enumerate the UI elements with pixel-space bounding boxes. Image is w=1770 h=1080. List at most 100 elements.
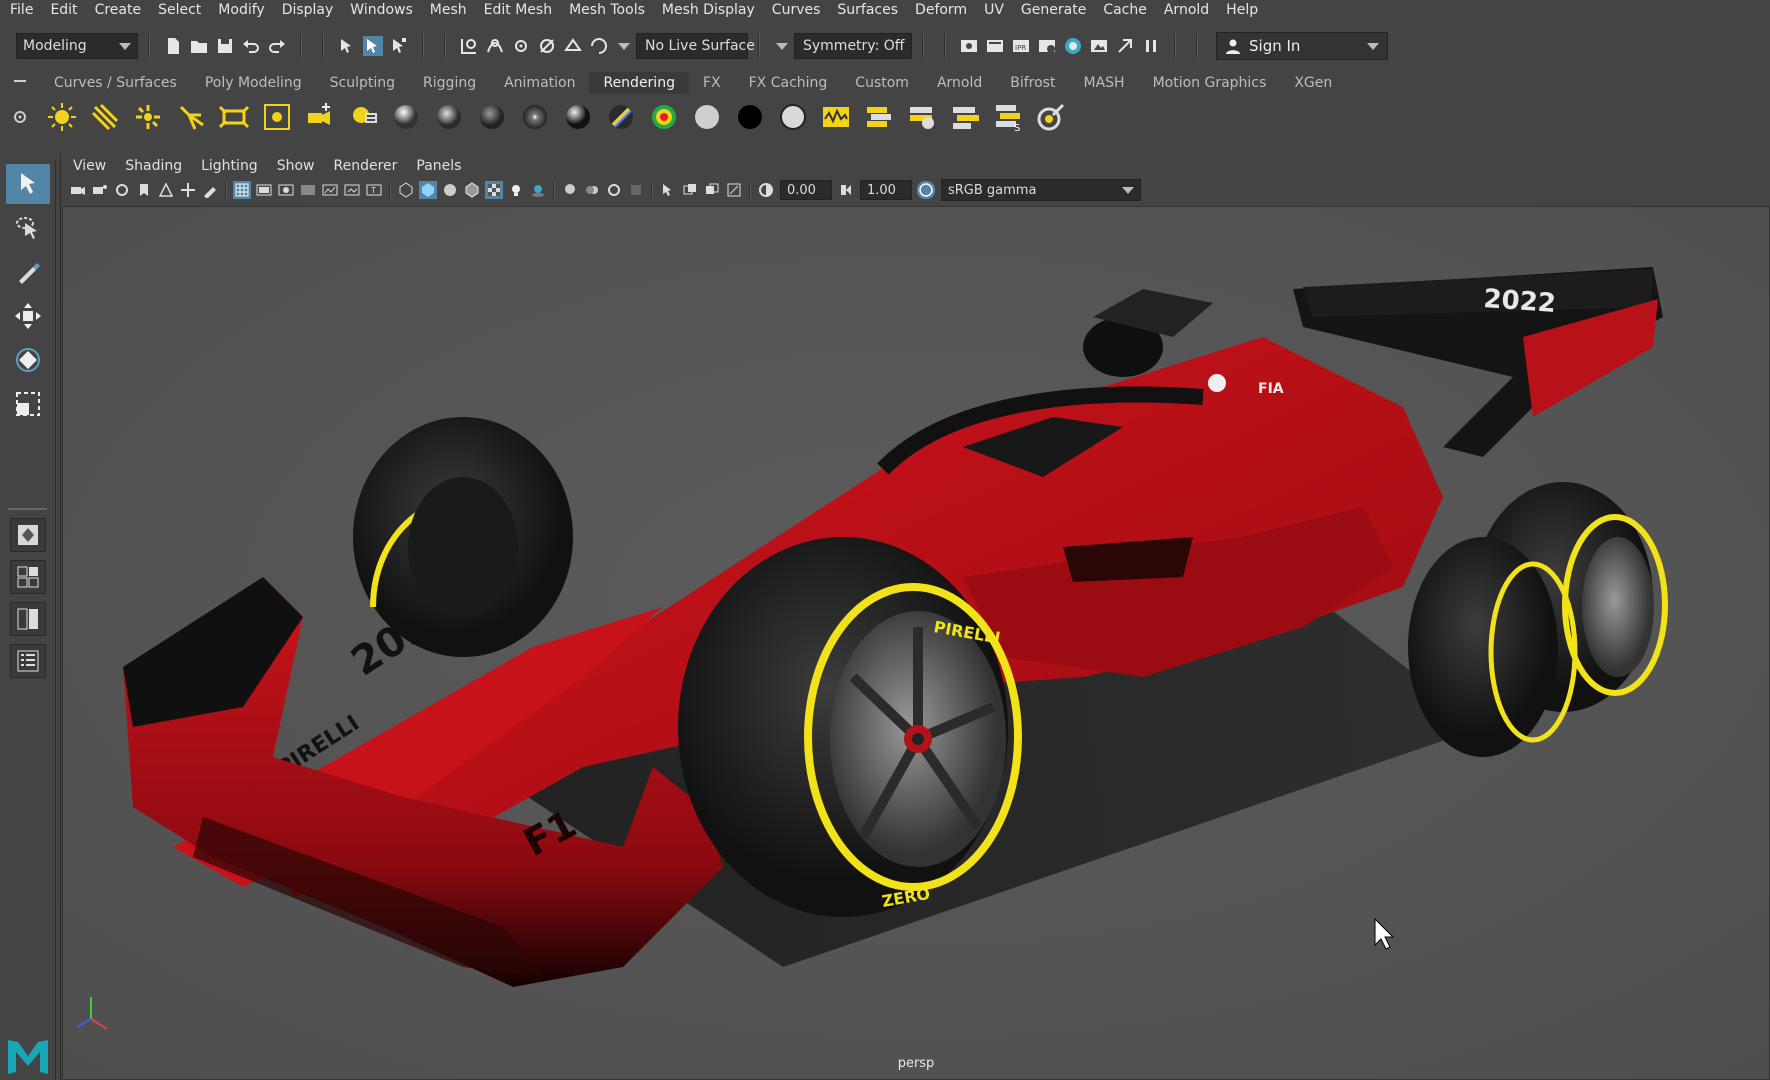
lambert-shader-icon[interactable]	[388, 99, 424, 135]
motion-blur-icon[interactable]	[583, 181, 601, 199]
menu-windows[interactable]: Windows	[350, 0, 413, 20]
screen-space-ao-icon[interactable]	[561, 181, 579, 199]
menu-deform[interactable]: Deform	[915, 0, 967, 20]
use-all-lights-icon[interactable]	[507, 181, 525, 199]
tab-rendering[interactable]: Rendering	[589, 72, 689, 94]
menu-display[interactable]: Display	[282, 0, 334, 20]
shelf-menu-icon[interactable]	[0, 72, 40, 94]
snap-curve-icon[interactable]	[485, 36, 505, 56]
use-background-icon[interactable]	[732, 99, 768, 135]
select-component-icon[interactable]	[389, 36, 409, 56]
undo-icon[interactable]	[241, 36, 261, 56]
textured-icon[interactable]	[485, 181, 503, 199]
phong-shader-icon[interactable]	[474, 99, 510, 135]
snap-point-icon[interactable]	[511, 36, 531, 56]
menu-edit[interactable]: Edit	[50, 0, 77, 20]
chevron-down-icon[interactable]	[776, 42, 788, 50]
camera-attributes-icon[interactable]	[91, 181, 109, 199]
bookmarks-icon[interactable]	[113, 181, 131, 199]
new-scene-icon[interactable]	[163, 36, 183, 56]
snap-view-plane-icon[interactable]	[563, 36, 583, 56]
move-tool-icon[interactable]	[6, 296, 50, 336]
ramp-shader-icon[interactable]	[603, 99, 639, 135]
multisample-aa-icon[interactable]	[605, 181, 623, 199]
lasso-tool-icon[interactable]	[6, 208, 50, 248]
blinn-shader-icon[interactable]	[431, 99, 467, 135]
default-material-icon[interactable]	[441, 181, 459, 199]
menu-mesh-tools[interactable]: Mesh Tools	[569, 0, 645, 20]
tab-xgen[interactable]: XGen	[1280, 72, 1346, 94]
menu-cache[interactable]: Cache	[1103, 0, 1147, 20]
select-tool-icon[interactable]	[6, 164, 50, 204]
exposure-icon[interactable]	[757, 181, 775, 199]
exposure-field[interactable]: 0.00	[780, 180, 832, 200]
render-sequence-icon[interactable]	[947, 99, 983, 135]
save-scene-icon[interactable]	[215, 36, 235, 56]
wireframe-icon[interactable]	[397, 181, 415, 199]
tab-animation[interactable]: Animation	[490, 72, 589, 94]
gate-mask-icon[interactable]	[299, 181, 317, 199]
render-settings-shelf-icon[interactable]: S	[990, 99, 1026, 135]
gear-icon[interactable]	[0, 109, 40, 125]
panel-menu-renderer[interactable]: Renderer	[333, 158, 397, 174]
anisotropic-shader-icon[interactable]	[517, 99, 553, 135]
menu-surfaces[interactable]: Surfaces	[837, 0, 898, 20]
viewport-3d[interactable]: 2022 FIA 2022 PIRELLI FIA F1	[62, 206, 1770, 1080]
area-light-icon[interactable]	[216, 99, 252, 135]
menu-arnold[interactable]: Arnold	[1164, 0, 1209, 20]
snap-grid-icon[interactable]	[459, 36, 479, 56]
tab-rigging[interactable]: Rigging	[409, 72, 490, 94]
menu-mesh-display[interactable]: Mesh Display	[662, 0, 755, 20]
single-perspective-layout-icon[interactable]	[10, 518, 46, 552]
tab-mash[interactable]: MASH	[1069, 72, 1138, 94]
hypershade-shelf-icon[interactable]	[1033, 99, 1069, 135]
scale-tool-icon[interactable]	[6, 384, 50, 424]
menu-set-dropdown[interactable]: Modeling	[16, 33, 138, 59]
menu-help[interactable]: Help	[1226, 0, 1258, 20]
panel-menu-lighting[interactable]: Lighting	[201, 158, 258, 174]
color-ramp-icon[interactable]	[646, 99, 682, 135]
safe-action-icon[interactable]	[343, 181, 361, 199]
symmetry-field[interactable]: Symmetry: Off	[794, 33, 912, 59]
race-car-model[interactable]: 2022 FIA 2022 PIRELLI FIA F1	[63, 207, 1770, 1080]
four-view-layout-icon[interactable]	[10, 560, 46, 594]
arnold-render-view-icon[interactable]	[1089, 36, 1109, 56]
sign-in-button[interactable]: Sign In	[1216, 32, 1388, 60]
arnold-ipr-icon[interactable]	[1115, 36, 1135, 56]
render-curve-icon[interactable]	[818, 99, 854, 135]
tab-custom[interactable]: Custom	[841, 72, 923, 94]
tab-arnold[interactable]: Arnold	[923, 72, 996, 94]
menu-generate[interactable]: Generate	[1021, 0, 1086, 20]
tab-sculpting[interactable]: Sculpting	[316, 72, 409, 94]
outliner-icon[interactable]	[10, 644, 46, 678]
select-object-icon[interactable]	[363, 36, 383, 56]
open-scene-icon[interactable]	[189, 36, 209, 56]
camera-icon[interactable]	[345, 99, 381, 135]
live-surface-field[interactable]: No Live Surface	[636, 33, 755, 59]
bookmark-icon[interactable]	[135, 181, 153, 199]
tab-fx-caching[interactable]: FX Caching	[735, 72, 842, 94]
grease-pencil-icon[interactable]	[201, 181, 219, 199]
rotate-tool-icon[interactable]	[6, 340, 50, 380]
spot-light-icon[interactable]	[173, 99, 209, 135]
xray-icon[interactable]	[681, 181, 699, 199]
resolution-gate-icon[interactable]	[277, 181, 295, 199]
view-transform-dropdown[interactable]: sRGB gamma	[941, 179, 1141, 201]
depth-of-field-icon[interactable]	[627, 181, 645, 199]
hypershade-icon[interactable]	[1063, 36, 1083, 56]
menu-edit-mesh[interactable]: Edit Mesh	[484, 0, 552, 20]
directional-light-icon[interactable]	[87, 99, 123, 135]
color-management-icon[interactable]	[917, 181, 935, 199]
wireframe-on-shaded-icon[interactable]	[463, 181, 481, 199]
gamma-field[interactable]: 1.00	[860, 180, 912, 200]
field-chart-icon[interactable]	[321, 181, 339, 199]
persp-outliner-layout-icon[interactable]	[10, 602, 46, 636]
image-plane-icon[interactable]	[157, 181, 175, 199]
redo-icon[interactable]	[267, 36, 287, 56]
paint-select-tool-icon[interactable]	[6, 252, 50, 292]
grid-icon[interactable]	[233, 181, 251, 199]
ambient-light-icon[interactable]	[44, 99, 80, 135]
surface-shader-icon[interactable]	[689, 99, 725, 135]
panel-menu-panels[interactable]: Panels	[416, 158, 461, 174]
menu-uv[interactable]: UV	[984, 0, 1004, 20]
